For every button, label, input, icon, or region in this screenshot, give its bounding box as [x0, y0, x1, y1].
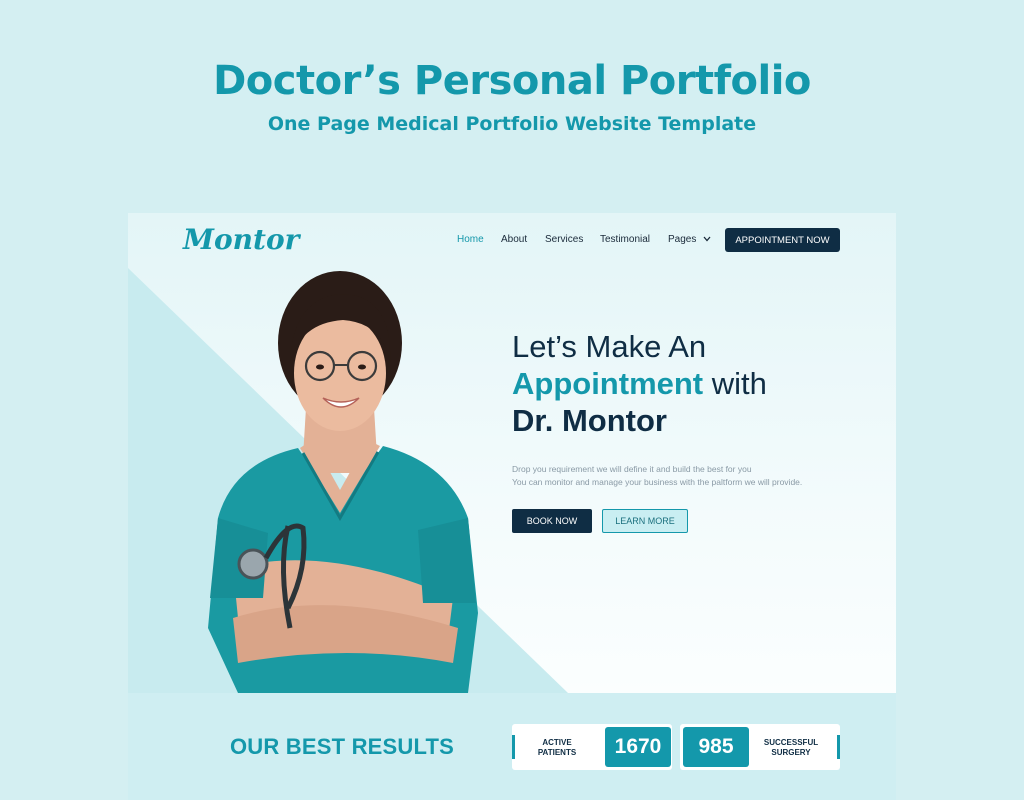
website-preview: Montor Home About Services Testimonial P…	[128, 213, 896, 800]
page-title: Doctor’s Personal Portfolio	[213, 58, 811, 104]
hero-description: Drop you requirement we will define it a…	[512, 463, 852, 488]
hero-description-line2: You can monitor and manage your business…	[512, 476, 803, 487]
hero-heading-accent: Appointment	[512, 366, 704, 401]
hero-heading: Let’s Make An Appointment with Dr. Monto…	[512, 328, 872, 439]
chevron-down-icon	[703, 236, 711, 242]
appointment-now-button[interactable]: APPOINTMENT NOW	[725, 228, 840, 252]
nav-pages[interactable]: Pages	[668, 234, 711, 245]
stat-label: SUCCESSFUL SURGERY	[756, 738, 826, 758]
hero-heading-line1: Let’s Make An	[512, 329, 707, 364]
hero-description-line1: Drop you requirement we will define it a…	[512, 464, 752, 474]
nav-services[interactable]: Services	[545, 234, 583, 245]
nav-about[interactable]: About	[501, 234, 527, 245]
stat-successful-surgery: 985 SUCCESSFUL SURGERY	[680, 724, 840, 770]
page-subtitle: One Page Medical Portfolio Website Templ…	[267, 113, 757, 135]
hero-heading-line2: Appointment with	[512, 365, 872, 402]
nav-home[interactable]: Home	[457, 234, 484, 245]
stat-label: ACTIVE PATIENTS	[522, 738, 592, 758]
hero-heading-name: Dr. Montor	[512, 403, 667, 438]
stat-label-line2: SURGERY	[771, 748, 811, 757]
stat-value: 985	[683, 727, 749, 767]
stat-edge-accent	[837, 735, 840, 759]
book-now-button[interactable]: BOOK NOW	[512, 509, 592, 533]
nav-pages-label: Pages	[668, 234, 697, 245]
results-title: OUR BEST RESULTS	[230, 734, 455, 759]
stat-active-patients: ACTIVE PATIENTS 1670	[512, 724, 672, 770]
logo[interactable]: Montor	[183, 223, 299, 256]
stat-label-line2: PATIENTS	[537, 748, 577, 757]
learn-more-button[interactable]: LEARN MORE	[602, 509, 688, 533]
doctor-photo	[178, 268, 478, 693]
stat-label-line1: ACTIVE	[542, 738, 572, 747]
stat-value: 1670	[605, 727, 671, 767]
hero-heading-with: with	[703, 366, 767, 401]
hero-section: Montor Home About Services Testimonial P…	[128, 213, 896, 693]
nav-testimonial[interactable]: Testimonial	[600, 234, 650, 245]
stat-label-line1: SUCCESSFUL	[763, 738, 819, 747]
stat-edge-accent	[512, 735, 515, 759]
